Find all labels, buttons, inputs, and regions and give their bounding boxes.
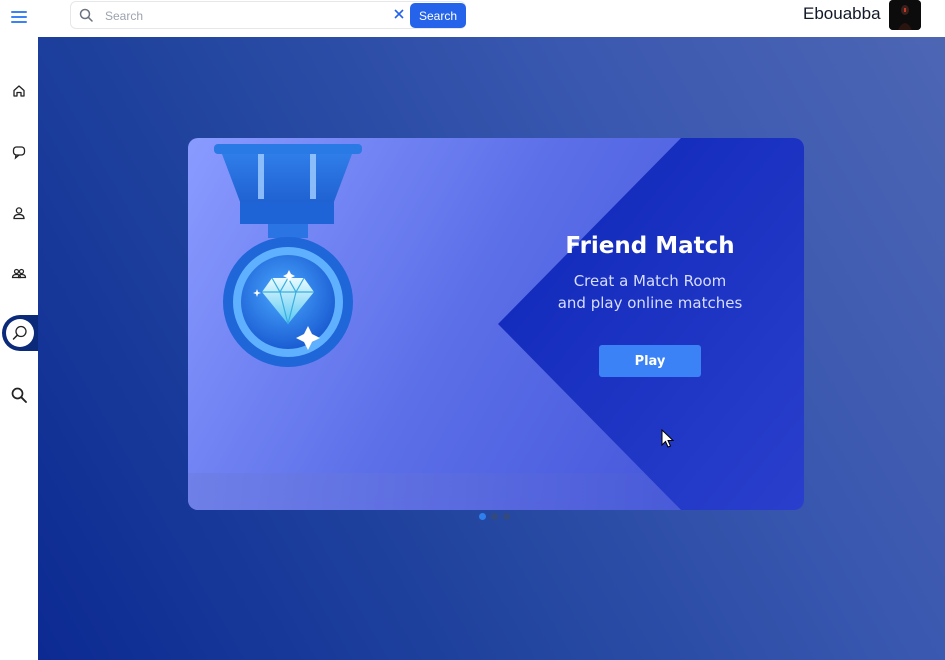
search-bar: Search: [70, 1, 466, 29]
sidebar-item-search[interactable]: [9, 385, 29, 405]
top-bar: Search Ebouabba: [0, 0, 945, 37]
carousel-slide: Friend Match Creat a Match Room and play…: [188, 138, 804, 510]
main-content: Friend Match Creat a Match Room and play…: [38, 37, 945, 660]
home-icon: [13, 85, 25, 97]
username: Ebouabba: [803, 4, 881, 23]
search-icon: [79, 8, 93, 22]
menu-icon[interactable]: [11, 9, 27, 25]
sidebar-item-profile[interactable]: [9, 203, 29, 223]
clear-icon[interactable]: [393, 8, 405, 20]
play-button[interactable]: Play: [599, 345, 701, 377]
sidebar-item-friends[interactable]: [9, 263, 29, 283]
slide-subtitle-line1: Creat a Match Room: [573, 272, 727, 290]
diamond-medal-icon: [214, 144, 362, 367]
sidebar: [0, 37, 38, 660]
friends-icon: [11, 268, 27, 279]
search-icon: [11, 387, 27, 403]
user-icon: [13, 207, 25, 220]
search-input[interactable]: [103, 5, 387, 27]
search-button[interactable]: Search: [410, 3, 466, 28]
slide-subtitle: Creat a Match Room and play online match…: [488, 270, 804, 314]
sidebar-item-match[interactable]: [2, 315, 38, 351]
carousel-dot[interactable]: [491, 513, 498, 520]
carousel-dot[interactable]: [503, 513, 510, 520]
sidebar-item-chat[interactable]: [9, 142, 29, 162]
game-search-icon: [12, 325, 27, 340]
carousel-dot[interactable]: [479, 513, 486, 520]
carousel-indicators: [479, 513, 510, 521]
chat-icon: [12, 146, 26, 160]
mouse-cursor-icon: [661, 429, 675, 448]
slide-title: Friend Match: [565, 233, 735, 259]
slide-subtitle-line2: and play online matches: [557, 294, 743, 312]
avatar[interactable]: [889, 0, 921, 30]
sidebar-item-home[interactable]: [9, 81, 29, 101]
